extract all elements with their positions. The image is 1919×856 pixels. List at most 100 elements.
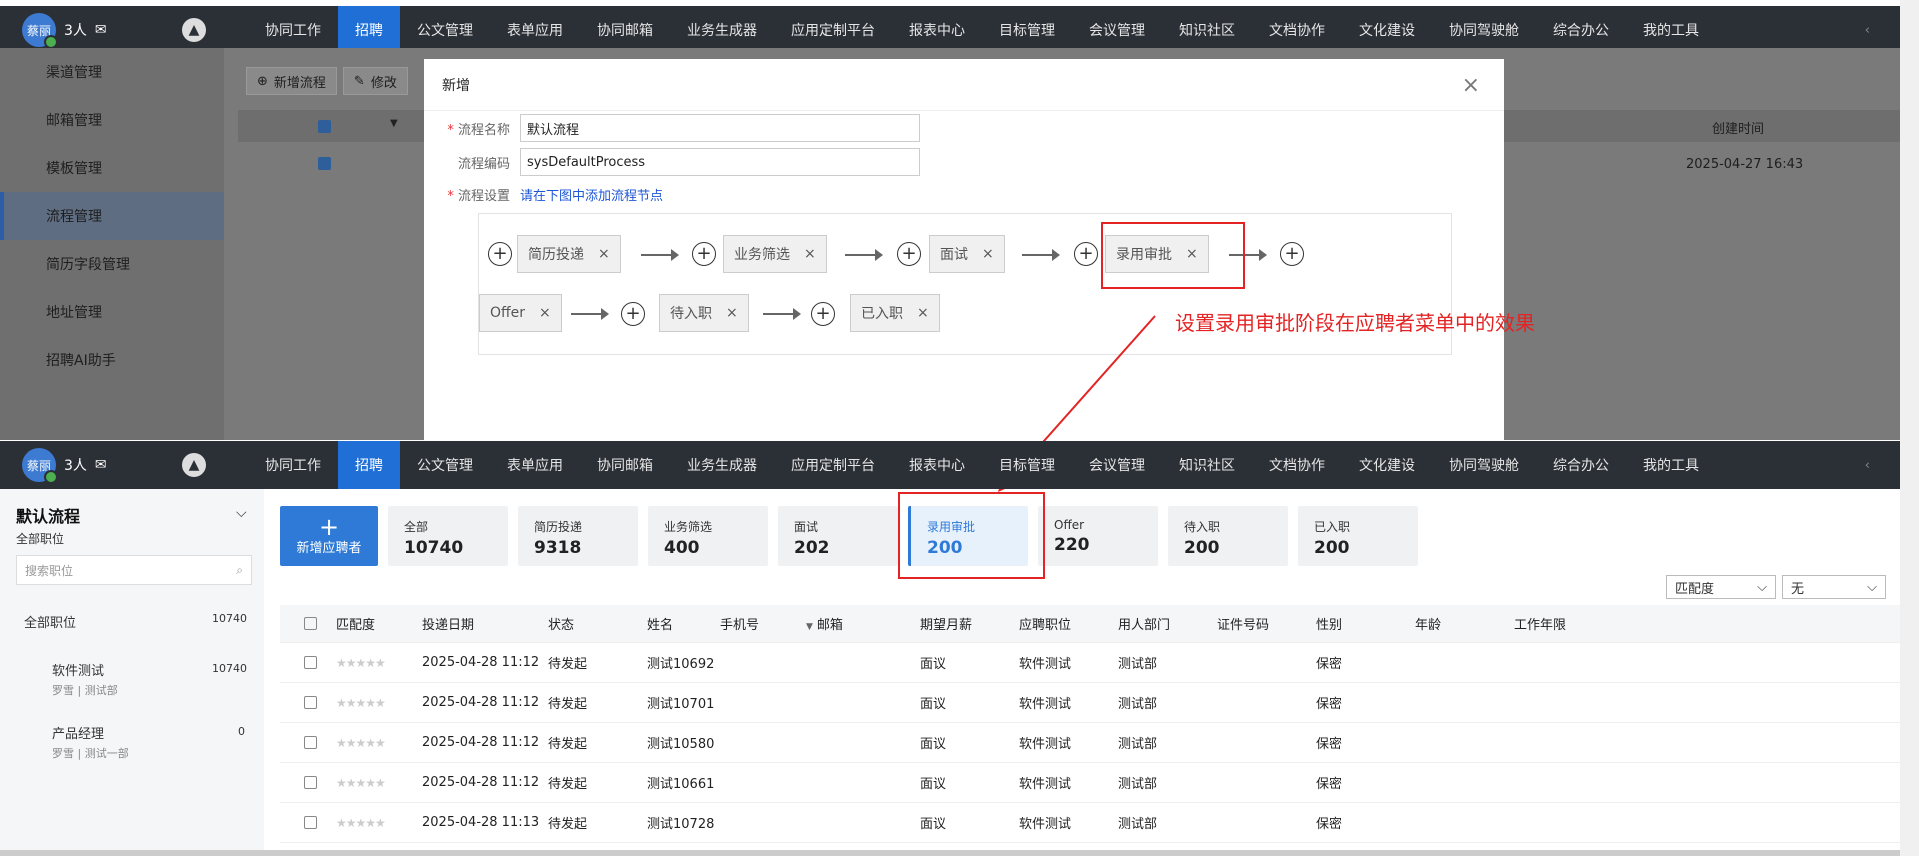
avatar[interactable]: 蔡丽 xyxy=(22,448,58,484)
row-checkbox[interactable] xyxy=(304,696,317,709)
nav-item[interactable]: 我的工具 xyxy=(1626,441,1716,489)
position-sub: 罗雪 | 测试部 xyxy=(52,684,118,697)
stage-tab[interactable]: 简历投递 9318 xyxy=(518,506,638,566)
cell-name[interactable]: 测试10692 xyxy=(647,653,720,672)
sort-select[interactable]: 匹配度 ⌵ xyxy=(1666,575,1776,599)
stage-tab[interactable]: 全部 10740 xyxy=(388,506,508,566)
column-header-label: 期望月薪 xyxy=(920,618,973,633)
rating-stars-icon: ★★★★★ xyxy=(336,695,386,710)
chevron-down-icon: ⌵ xyxy=(1867,579,1877,595)
cell-salary: 面议 xyxy=(920,737,947,752)
cell-name[interactable]: 测试10728 xyxy=(647,813,720,832)
cell-name[interactable]: 测试10580 xyxy=(647,733,720,752)
stage-tab[interactable]: 业务筛选 400 xyxy=(648,506,768,566)
stage-name: Offer xyxy=(1054,518,1085,532)
table-row[interactable]: ★★★★★ 2025-04-28 11:13 待发起 测试10728 面议 软件测试 测试部… xyxy=(280,803,1900,843)
cell-dept: 测试部 xyxy=(1118,697,1158,712)
column-header: 工作年限 xyxy=(1514,614,1613,633)
nav-item[interactable]: 文化建设 xyxy=(1342,441,1432,489)
column-header: 手机号 xyxy=(720,614,806,633)
cell-status: 待发起 xyxy=(548,737,588,752)
highlight-box-stage xyxy=(898,492,1045,579)
nav-item[interactable]: 报表中心 xyxy=(892,441,982,489)
column-header: ▼ 邮箱 xyxy=(806,614,920,633)
horizontal-scrollbar[interactable] xyxy=(0,850,1900,856)
column-header: 应聘职位 xyxy=(1019,614,1118,633)
position-all[interactable]: 全部职位 xyxy=(24,612,76,631)
nav-item[interactable]: 文档协作 xyxy=(1252,441,1342,489)
rating-stars-icon: ★★★★★ xyxy=(336,815,386,830)
column-header: 性别 xyxy=(1316,614,1415,633)
row-checkbox[interactable] xyxy=(304,736,317,749)
row-checkbox[interactable] xyxy=(304,656,317,669)
cell-salary: 面议 xyxy=(920,697,947,712)
cell-date: 2025-04-28 11:12 xyxy=(422,695,540,710)
stage-name: 业务筛选 xyxy=(664,520,713,534)
stage-name: 已入职 xyxy=(1314,520,1351,534)
nav-item[interactable]: 招聘 xyxy=(338,441,400,489)
cell-date: 2025-04-28 11:12 xyxy=(422,655,540,670)
main-nav: 协同工作 招聘 公文管理 表单应用 协同邮箱 业务生成器 应用定制平台 报表中心 目标管理 会议管… xyxy=(248,441,1716,489)
nav-item[interactable]: 协同邮箱 xyxy=(580,441,670,489)
cell-gender: 保密 xyxy=(1316,777,1343,792)
cell-dept: 测试部 xyxy=(1118,737,1158,752)
row-checkbox[interactable] xyxy=(304,816,317,829)
search-icon[interactable]: ⌕ xyxy=(236,563,243,578)
plus-icon: + xyxy=(318,512,340,541)
nav-item[interactable]: 业务生成器 xyxy=(670,441,774,489)
stage-tab[interactable]: 面试 202 xyxy=(778,506,898,566)
table-row[interactable]: ★★★★★ 2025-04-28 11:12 待发起 测试10661 面议 软件测试 测试部… xyxy=(280,763,1900,803)
row-checkbox[interactable] xyxy=(304,776,317,789)
mail-icon[interactable]: ✉ xyxy=(95,457,107,473)
filter-select[interactable]: 无 ⌵ xyxy=(1782,575,1886,599)
cell-name[interactable]: 测试10661 xyxy=(647,773,720,792)
nav-item[interactable]: 公文管理 xyxy=(400,441,490,489)
cell-status: 待发起 xyxy=(548,817,588,832)
cell-name[interactable]: 测试10701 xyxy=(647,693,720,712)
nav-item[interactable]: 目标管理 xyxy=(982,441,1072,489)
chevron-down-icon[interactable]: ⌵ xyxy=(236,505,247,521)
table-row[interactable]: ★★★★★ 2025-04-28 11:12 待发起 测试10692 面议 软件测试 测试部… xyxy=(280,643,1900,683)
nav-item[interactable]: 协同工作 xyxy=(248,441,338,489)
chevron-left-icon[interactable]: ‹ xyxy=(1865,458,1870,473)
vertical-scrollbar[interactable] xyxy=(1900,0,1919,856)
column-header: 投递日期 xyxy=(422,614,548,633)
top-nav-bar: 蔡丽 3人 ✉ ▲ 协同工作 招聘 公文管理 表单应用 协同邮箱 业务生成器 应用定制平台报… xyxy=(0,441,1900,489)
stage-tab[interactable]: 待入职 200 xyxy=(1168,506,1288,566)
column-header: 证件号码 xyxy=(1217,614,1316,633)
stage-count: 400 xyxy=(664,538,700,558)
stage-count: 9318 xyxy=(534,538,582,558)
cell-gender: 保密 xyxy=(1316,737,1343,752)
column-header-label: 姓名 xyxy=(647,618,674,633)
position-item[interactable]: 产品经理 xyxy=(52,723,104,742)
sort-caret-icon[interactable]: ▼ xyxy=(806,622,813,632)
column-header: 用人部门 xyxy=(1118,614,1217,633)
user-area[interactable]: 蔡丽 3人 ✉ xyxy=(0,448,170,484)
stage-count: 202 xyxy=(794,538,830,558)
position-item[interactable]: 软件测试 xyxy=(52,660,104,679)
add-applicant-button[interactable]: + 新增应聘者 xyxy=(280,506,378,566)
table-row[interactable]: ★★★★★ 2025-04-28 11:12 待发起 测试10701 面议 软件测试 测试部… xyxy=(280,683,1900,723)
stage-count: 200 xyxy=(1184,538,1220,558)
nav-item[interactable]: 协同驾驶舱 xyxy=(1432,441,1536,489)
stage-bar: + 新增应聘者 全部 10740 简历投递 9318 业务筛选 400 面试 202 录用审批 20… xyxy=(280,506,1418,566)
search-placeholder: 搜索职位 xyxy=(25,563,74,578)
column-header-label: 性别 xyxy=(1316,618,1343,633)
select-all-checkbox[interactable] xyxy=(304,617,317,630)
nav-item[interactable]: 综合办公 xyxy=(1536,441,1626,489)
stage-tab[interactable]: 已入职 200 xyxy=(1298,506,1418,566)
nav-item[interactable]: 知识社区 xyxy=(1162,441,1252,489)
position-search-input[interactable]: 搜索职位 ⌕ xyxy=(16,555,252,585)
position-count: 0 xyxy=(238,725,245,738)
stage-name: 面试 xyxy=(794,520,819,534)
home-logo-icon[interactable]: ▲ xyxy=(182,453,206,477)
nav-item[interactable]: 会议管理 xyxy=(1072,441,1162,489)
cell-gender: 保密 xyxy=(1316,657,1343,672)
nav-item[interactable]: 表单应用 xyxy=(490,441,580,489)
stage-tab[interactable]: Offer 220 xyxy=(1038,506,1158,566)
nav-item[interactable]: 应用定制平台 xyxy=(774,441,892,489)
table-row[interactable]: ★★★★★ 2025-04-28 11:12 待发起 测试10580 面议 软件测试 测试部… xyxy=(280,723,1900,763)
cell-salary: 面议 xyxy=(920,777,947,792)
online-status-icon xyxy=(44,470,58,484)
cell-gender: 保密 xyxy=(1316,697,1343,712)
